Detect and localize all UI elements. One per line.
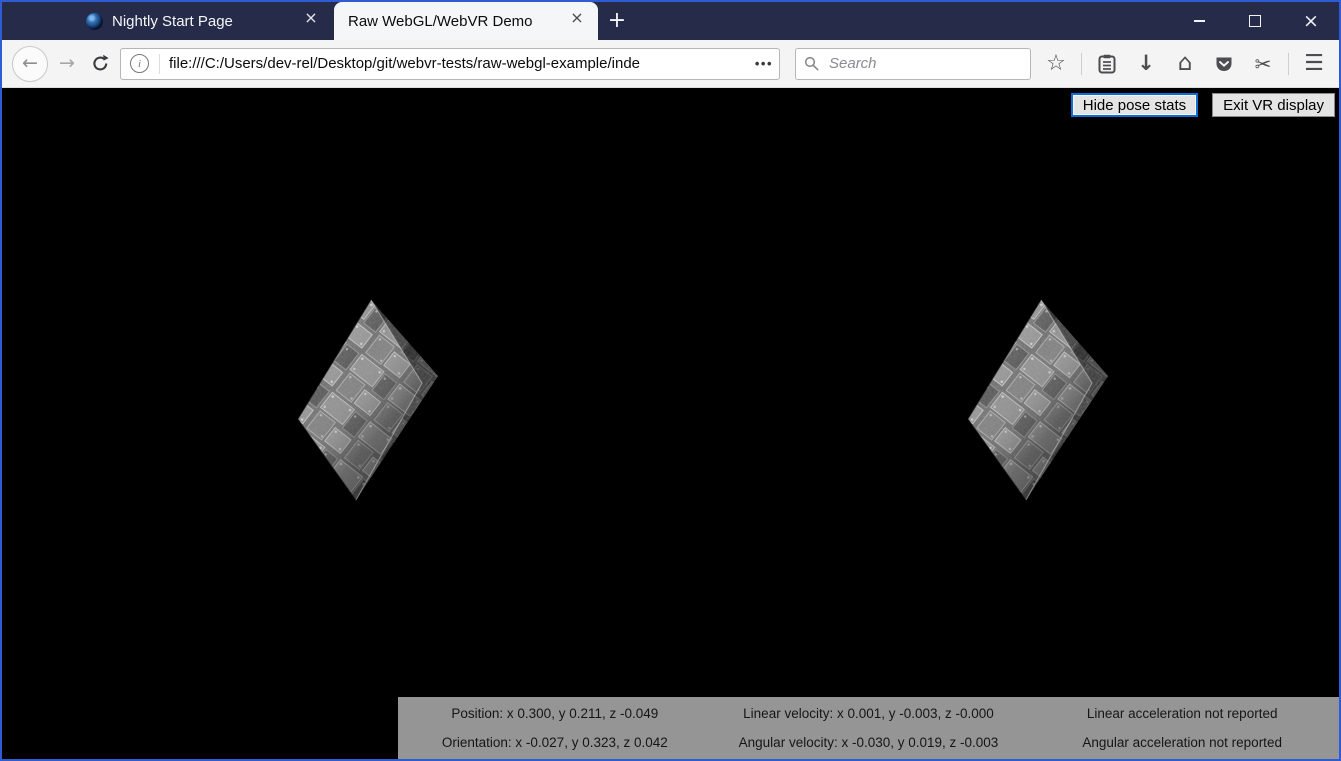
- site-info-icon[interactable]: i: [130, 54, 149, 73]
- reload-icon: [91, 54, 110, 73]
- search-input[interactable]: [827, 54, 1022, 73]
- pocket-button[interactable]: [1210, 50, 1238, 78]
- angular-velocity: Angular velocity: x -0.030, y 0.019, z -…: [739, 735, 999, 750]
- close-window-button[interactable]: ×: [1283, 2, 1339, 40]
- tab-title: Nightly Start Page: [112, 13, 300, 30]
- minimize-button[interactable]: [1171, 2, 1227, 40]
- toolbar-separator: [1081, 53, 1082, 75]
- linear-velocity: Linear velocity: x 0.001, y -0.003, z -0…: [743, 706, 994, 721]
- url-separator: [159, 54, 160, 74]
- browser-window: Nightly Start Page × Raw WebGL/WebVR Dem…: [0, 0, 1341, 761]
- url-overflow-icon[interactable]: •••: [755, 56, 773, 71]
- forward-button[interactable]: →: [53, 50, 81, 78]
- titlebar-drag-space: [634, 2, 1171, 40]
- linear-acceleration: Linear acceleration not reported: [1087, 706, 1278, 721]
- tab-nightly-start-page[interactable]: Nightly Start Page ×: [72, 2, 332, 40]
- maximize-icon: [1249, 15, 1261, 27]
- exit-vr-display-button[interactable]: Exit VR display: [1212, 93, 1335, 117]
- search-bar[interactable]: [795, 48, 1031, 80]
- pose-position: Position: x 0.300, y 0.211, z -0.049: [451, 706, 658, 721]
- globe-icon: [86, 13, 103, 30]
- hide-pose-stats-button[interactable]: Hide pose stats: [1071, 93, 1198, 117]
- angular-acceleration: Angular acceleration not reported: [1082, 735, 1282, 750]
- screenshot-button[interactable]: ✂: [1249, 50, 1277, 78]
- url-text-container[interactable]: file:///C:/Users/dev-rel/Desktop/git/web…: [169, 54, 751, 74]
- tab-title: Raw WebGL/WebVR Demo: [348, 13, 566, 30]
- vr-controls: Hide pose stats Exit VR display: [1071, 93, 1335, 117]
- tab-close-icon[interactable]: ×: [300, 10, 322, 32]
- library-button[interactable]: [1093, 50, 1121, 78]
- menu-button[interactable]: ☰: [1300, 50, 1328, 78]
- bookmark-star-button[interactable]: ☆: [1042, 50, 1070, 78]
- webgl-cube-left-eye: [286, 294, 438, 506]
- maximize-button[interactable]: [1227, 2, 1283, 40]
- toolbar-separator: [1288, 53, 1289, 75]
- page-content: Hide pose stats Exit VR display Position…: [2, 88, 1339, 759]
- window-controls: ×: [1171, 2, 1339, 40]
- pose-orientation: Orientation: x -0.027, y 0.323, z 0.042: [442, 735, 668, 750]
- reload-button[interactable]: [86, 50, 114, 78]
- back-button[interactable]: ←: [12, 46, 48, 82]
- navigation-toolbar: ← → i file:///C:/Users/dev-rel/Desktop/g…: [2, 40, 1339, 88]
- tab-close-icon[interactable]: ×: [566, 10, 588, 32]
- home-button[interactable]: ⌂: [1171, 50, 1199, 78]
- webgl-cube-right-eye: [956, 294, 1108, 506]
- library-icon: [1098, 54, 1116, 74]
- download-button[interactable]: ↓: [1132, 50, 1160, 78]
- url-fade-overlay: [717, 54, 751, 74]
- tab-raw-webgl-webvr-demo[interactable]: Raw WebGL/WebVR Demo ×: [334, 2, 598, 40]
- url-text[interactable]: file:///C:/Users/dev-rel/Desktop/git/web…: [169, 55, 640, 72]
- minimize-icon: [1194, 20, 1205, 22]
- pose-stats-panel: Position: x 0.300, y 0.211, z -0.049 Lin…: [398, 697, 1339, 759]
- url-bar[interactable]: i file:///C:/Users/dev-rel/Desktop/git/w…: [120, 48, 780, 80]
- search-icon: [804, 56, 819, 71]
- new-tab-button[interactable]: +: [600, 2, 634, 40]
- pocket-icon: [1214, 54, 1234, 74]
- tab-bar: Nightly Start Page × Raw WebGL/WebVR Dem…: [2, 2, 1339, 40]
